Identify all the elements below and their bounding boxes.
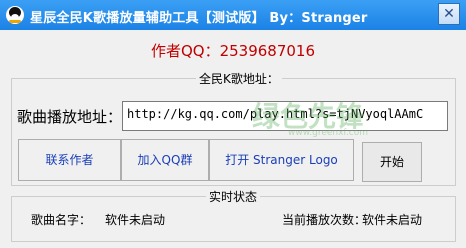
- status-groupbox-legend: 实时状态: [206, 188, 261, 205]
- url-groupbox-legend: 全民K歌地址：: [196, 70, 282, 87]
- watermark-url: www.greenxf.com: [288, 128, 369, 138]
- contact-author-button[interactable]: 联系作者: [18, 139, 121, 181]
- author-qq-label: 作者QQ：2539687016: [150, 42, 316, 60]
- open-stranger-logo-button[interactable]: 打开 Stranger Logo: [209, 139, 354, 181]
- song-name-label: 歌曲名字：: [31, 213, 92, 227]
- window-title: 星辰全民K歌播放量辅助工具【测试版】 By：Stranger: [30, 11, 368, 26]
- play-count-value: 软件未启动: [362, 213, 423, 227]
- qq-penguin-icon: [6, 6, 24, 24]
- song-url-label: 歌曲播放地址：: [17, 108, 123, 126]
- play-count-label: 当前播放次数：: [282, 213, 367, 227]
- song-name-value: 软件未启动: [105, 213, 166, 227]
- start-button[interactable]: 开始: [362, 142, 422, 182]
- song-url-input[interactable]: http://kg.qq.com/play.html?s=tjNVyoqlAAm…: [122, 101, 448, 131]
- join-qq-group-button[interactable]: 加入QQ群: [121, 139, 209, 181]
- close-button[interactable]: ✕: [438, 3, 460, 25]
- title-bar: 星辰全民K歌播放量辅助工具【测试版】 By：Stranger ✕: [0, 0, 466, 30]
